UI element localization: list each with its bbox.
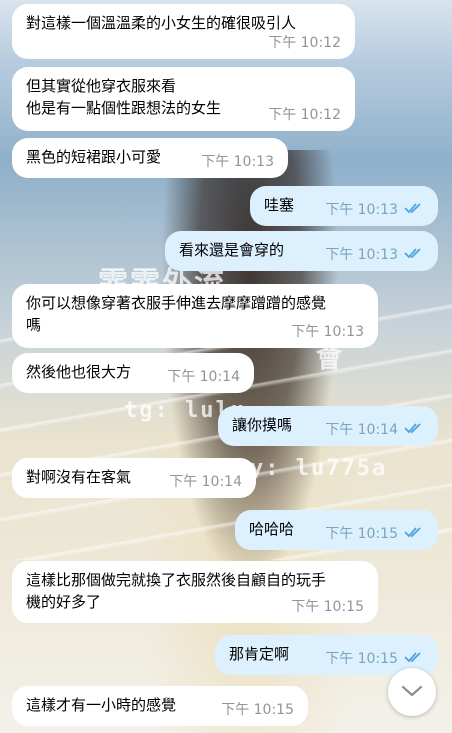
message-time: 下午 10:15: [325, 651, 398, 667]
message-time: 下午 10:15: [291, 599, 364, 615]
message-outgoing[interactable]: 哇塞 下午 10:13: [250, 186, 438, 226]
message-time: 下午 10:14: [169, 474, 242, 490]
chevron-down-icon: [401, 683, 423, 702]
message-time: 下午 10:13: [325, 247, 398, 263]
watermark-handle: y: lu775a: [250, 456, 388, 481]
message-meta: 下午 10:15: [325, 523, 424, 543]
message-time: 下午 10:12: [268, 35, 341, 51]
message-meta: 下午 10:15: [325, 648, 424, 668]
message-outgoing[interactable]: 讓你摸嗎 下午 10:14: [218, 406, 438, 446]
message-incoming[interactable]: 這樣才有一小時的感覺 下午 10:15: [12, 686, 308, 726]
double-check-icon: [404, 651, 424, 667]
message-incoming[interactable]: 這樣比那個做完就換了衣服然後自顧自的玩手 機的好多了 下午 10:15: [12, 561, 378, 623]
message-incoming[interactable]: 對這樣一個溫溫柔的小女生的確很吸引人 下午 10:12: [12, 4, 355, 59]
message-incoming[interactable]: 你可以想像穿著衣服手伸進去摩摩蹭蹭的感覺 嗎 下午 10:13: [12, 284, 378, 348]
message-meta: 下午 10:13: [325, 244, 424, 264]
message-time: 下午 10:13: [201, 154, 274, 170]
message-incoming[interactable]: 黑色的短裙跟小可愛 下午 10:13: [12, 138, 288, 178]
message-incoming[interactable]: 但其實從他穿衣服來看 他是有一點個性跟想法的女生 下午 10:12: [12, 67, 355, 131]
message-time: 下午 10:13: [291, 324, 364, 340]
message-meta: 下午 10:14: [325, 419, 424, 439]
message-time: 下午 10:13: [325, 202, 398, 218]
message-outgoing[interactable]: 哈哈哈 下午 10:15: [235, 510, 438, 550]
message-time: 下午 10:14: [167, 369, 240, 385]
message-incoming[interactable]: 然後他也很大方 下午 10:14: [12, 353, 254, 393]
double-check-icon: [404, 202, 424, 218]
message-text: 對這樣一個溫溫柔的小女生的確很吸引人: [26, 14, 297, 32]
message-time: 下午 10:12: [268, 107, 341, 123]
message-meta: 下午 10:13: [325, 199, 424, 219]
double-check-icon: [404, 247, 424, 263]
message-time: 下午 10:14: [325, 422, 398, 438]
double-check-icon: [404, 526, 424, 542]
message-time: 下午 10:15: [221, 702, 294, 718]
message-incoming[interactable]: 對啊沒有在客氣 下午 10:14: [12, 458, 256, 498]
message-outgoing[interactable]: 看來還是會穿的 下午 10:13: [165, 231, 438, 271]
message-time: 下午 10:15: [325, 526, 398, 542]
scroll-to-bottom-button[interactable]: [388, 668, 436, 716]
double-check-icon: [404, 422, 424, 438]
